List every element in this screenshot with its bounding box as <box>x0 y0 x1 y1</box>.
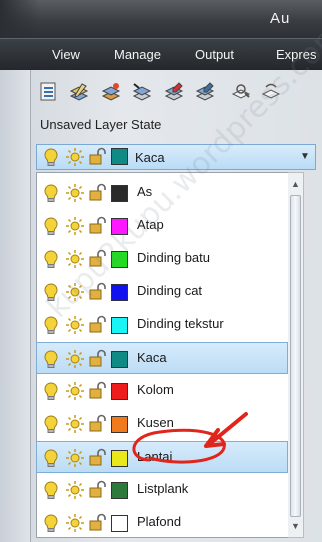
layer-properties-icon[interactable] <box>38 80 60 104</box>
color-swatch[interactable] <box>111 383 128 400</box>
lock-icon[interactable] <box>87 147 107 167</box>
lock-icon[interactable] <box>87 183 107 203</box>
lock-icon[interactable] <box>87 513 107 533</box>
layer-name: Lantai <box>137 449 173 464</box>
layer-unisolate-icon[interactable] <box>194 80 216 104</box>
sun-icon[interactable] <box>65 282 85 302</box>
color-swatch[interactable] <box>111 251 128 268</box>
bulb-icon[interactable] <box>41 147 61 167</box>
scrollbar-thumb[interactable] <box>290 195 301 517</box>
current-layer-dropdown[interactable]: Kaca ▼ <box>36 144 316 170</box>
app-title: Au <box>270 10 291 27</box>
layer-list[interactable]: As Atap Dinding batu Dinding cat Dinding tek… <box>36 172 304 538</box>
bulb-icon[interactable] <box>41 249 61 269</box>
sun-icon[interactable] <box>65 249 85 269</box>
bulb-icon[interactable] <box>41 480 61 500</box>
layer-name: Listplank <box>137 481 189 496</box>
layer-name: Dinding cat <box>137 283 203 298</box>
bulb-icon[interactable] <box>41 282 61 302</box>
bulb-icon[interactable] <box>41 513 61 533</box>
sun-icon[interactable] <box>65 147 85 167</box>
lock-icon[interactable] <box>87 282 107 302</box>
color-swatch[interactable] <box>111 482 128 499</box>
layer-name: Plafond <box>137 514 182 529</box>
lock-icon[interactable] <box>87 381 107 401</box>
sun-icon[interactable] <box>65 414 85 434</box>
layer-row[interactable]: Lantai <box>36 441 288 473</box>
layer-row[interactable]: Listplank <box>37 474 287 506</box>
layer-name: Dinding batu <box>137 250 210 265</box>
bulb-icon[interactable] <box>41 448 61 468</box>
bulb-icon[interactable] <box>41 183 61 203</box>
layer-name: Kolom <box>137 382 174 397</box>
layer-row[interactable]: Atap <box>37 210 287 242</box>
sun-icon[interactable] <box>65 480 85 500</box>
layer-row[interactable]: Dinding tekstur <box>37 309 287 341</box>
lock-icon[interactable] <box>87 349 107 369</box>
menu-view[interactable]: View <box>52 47 80 62</box>
layer-name: Atap <box>137 217 164 232</box>
layer-name: Kusen <box>137 415 174 430</box>
color-swatch[interactable] <box>111 450 128 467</box>
bulb-icon[interactable] <box>41 315 61 335</box>
layer-row[interactable]: Kolom <box>37 375 287 407</box>
bulb-icon[interactable] <box>41 381 61 401</box>
color-swatch[interactable] <box>111 218 128 235</box>
bulb-icon[interactable] <box>41 414 61 434</box>
menu-bar: View Manage Output Expres <box>0 38 322 70</box>
layer-freeze-icon[interactable] <box>230 80 252 104</box>
menu-output[interactable]: Output <box>195 47 234 62</box>
layer-row[interactable]: Kusen <box>37 408 287 440</box>
sun-icon[interactable] <box>65 448 85 468</box>
sun-icon[interactable] <box>65 349 85 369</box>
bulb-icon[interactable] <box>41 216 61 236</box>
title-bar: Au <box>0 0 322 38</box>
lock-icon[interactable] <box>87 315 107 335</box>
layer-name: Dinding tekstur <box>137 316 224 331</box>
layer-row[interactable]: Kaca <box>36 342 288 374</box>
layer-state-label: Unsaved Layer State <box>40 117 162 132</box>
chevron-down-icon[interactable]: ▼ <box>299 151 311 163</box>
layer-row[interactable]: Dinding batu <box>37 243 287 275</box>
layer-toolbar <box>38 80 322 106</box>
layer-list-scrollbar[interactable]: ▲ ▼ <box>288 172 304 538</box>
sun-icon[interactable] <box>65 381 85 401</box>
left-edge <box>0 70 30 542</box>
sun-icon[interactable] <box>65 216 85 236</box>
layer-states-icon[interactable] <box>100 80 122 104</box>
lock-icon[interactable] <box>87 249 107 269</box>
current-layer-swatch <box>111 148 128 165</box>
scroll-down-icon[interactable]: ▼ <box>289 519 302 533</box>
color-swatch[interactable] <box>111 284 128 301</box>
set-current-icon[interactable] <box>68 80 90 104</box>
lock-icon[interactable] <box>87 216 107 236</box>
layer-name: As <box>137 184 153 199</box>
color-swatch[interactable] <box>111 416 128 433</box>
lock-icon[interactable] <box>87 414 107 434</box>
color-swatch[interactable] <box>111 351 128 368</box>
layer-isolate-icon[interactable] <box>163 80 185 104</box>
bulb-icon[interactable] <box>41 349 61 369</box>
scroll-up-icon[interactable]: ▲ <box>289 177 302 191</box>
layer-match-icon[interactable] <box>131 80 153 104</box>
layer-off-icon[interactable] <box>260 80 282 104</box>
lock-icon[interactable] <box>87 448 107 468</box>
title-bar-edge <box>0 0 40 38</box>
sun-icon[interactable] <box>65 315 85 335</box>
color-swatch[interactable] <box>111 185 128 202</box>
layer-row[interactable]: As <box>37 177 287 209</box>
color-swatch[interactable] <box>111 515 128 532</box>
layer-name: Kaca <box>137 350 167 365</box>
menu-manage[interactable]: Manage <box>114 47 161 62</box>
sun-icon[interactable] <box>65 513 85 533</box>
layer-row[interactable]: Plafond <box>37 507 287 539</box>
menu-express[interactable]: Expres <box>276 47 316 62</box>
current-layer-name: Kaca <box>135 150 165 165</box>
sun-icon[interactable] <box>65 183 85 203</box>
layer-row[interactable]: Dinding cat <box>37 276 287 308</box>
lock-icon[interactable] <box>87 480 107 500</box>
color-swatch[interactable] <box>111 317 128 334</box>
